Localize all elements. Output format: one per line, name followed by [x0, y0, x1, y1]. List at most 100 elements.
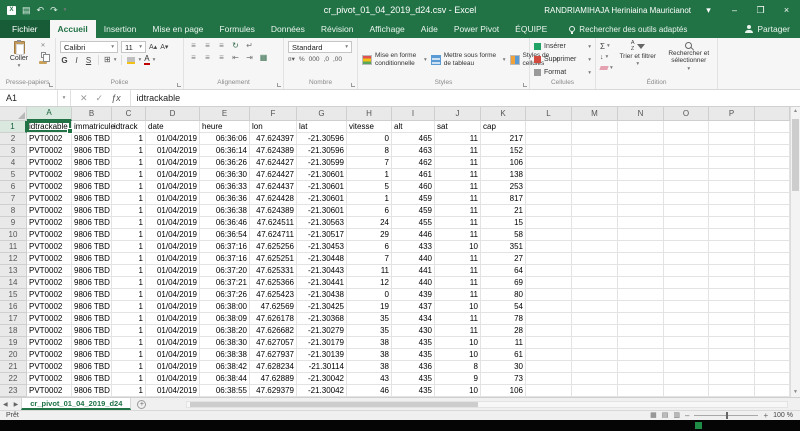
cell[interactable]: 47.626682 — [250, 325, 297, 337]
cell[interactable] — [526, 265, 572, 277]
cell[interactable] — [618, 205, 664, 217]
cell[interactable]: -21.30179 — [297, 337, 347, 349]
cell[interactable]: 11 — [435, 133, 481, 145]
cell[interactable]: 58 — [481, 229, 526, 241]
cell[interactable] — [572, 217, 618, 229]
paste-button[interactable]: Coller ▾ — [4, 41, 34, 78]
save-icon[interactable]: ▤ — [22, 5, 31, 16]
cell[interactable]: lon — [250, 121, 297, 133]
cell[interactable]: 0 — [347, 289, 392, 301]
cell[interactable]: 461 — [392, 169, 435, 181]
cell[interactable]: 9806 TBD — [72, 145, 112, 157]
cell[interactable]: 47.627057 — [250, 337, 297, 349]
cell[interactable] — [664, 169, 709, 181]
cell[interactable]: 01/04/2019 — [146, 133, 200, 145]
cell[interactable] — [526, 301, 572, 313]
cell[interactable]: 38 — [347, 361, 392, 373]
sheet-nav-left-icon[interactable]: ◀ — [0, 401, 11, 408]
cell[interactable]: 1 — [112, 289, 146, 301]
cell[interactable]: 253 — [481, 181, 526, 193]
cell[interactable]: 10 — [435, 301, 481, 313]
cell[interactable] — [709, 205, 755, 217]
cell[interactable]: 73 — [481, 373, 526, 385]
column-header-E[interactable]: E — [200, 107, 250, 121]
cell[interactable]: 47.626178 — [250, 313, 297, 325]
cell[interactable] — [664, 301, 709, 313]
cell[interactable]: 1 — [112, 373, 146, 385]
cell[interactable] — [664, 289, 709, 301]
conditional-formatting-button[interactable]: Mise en forme conditionnelle ▾ — [362, 52, 427, 67]
cell[interactable]: 1 — [112, 253, 146, 265]
cell[interactable]: 460 — [392, 181, 435, 193]
zoom-slider-thumb[interactable] — [726, 412, 728, 419]
dialog-launcher-icon[interactable] — [523, 83, 527, 87]
cell[interactable] — [755, 349, 790, 361]
cell[interactable]: 47.624428 — [250, 193, 297, 205]
sort-filter-button[interactable]: AZ Trier et filtrer ▾ — [619, 41, 657, 78]
cell[interactable] — [526, 145, 572, 157]
cell[interactable] — [526, 157, 572, 169]
cell[interactable]: sat — [435, 121, 481, 133]
excel-taskbar-icon[interactable] — [695, 422, 702, 429]
cell[interactable]: 01/04/2019 — [146, 349, 200, 361]
cell[interactable]: 9806 TBD — [72, 217, 112, 229]
cell[interactable] — [664, 181, 709, 193]
cell[interactable]: PVT0002 — [27, 349, 72, 361]
align-bottom-icon[interactable]: ≡ — [216, 41, 227, 51]
cell[interactable]: 11 — [435, 277, 481, 289]
column-header-L[interactable]: L — [526, 107, 572, 121]
cell[interactable]: 01/04/2019 — [146, 145, 200, 157]
column-header-A[interactable]: A — [27, 107, 72, 121]
cell[interactable]: 9806 TBD — [72, 205, 112, 217]
column-header-J[interactable]: J — [435, 107, 481, 121]
font-color-icon[interactable]: A — [144, 55, 149, 65]
cell[interactable]: 11 — [435, 229, 481, 241]
cell[interactable] — [755, 325, 790, 337]
cell[interactable]: 06:36:46 — [200, 217, 250, 229]
cell[interactable]: 9806 TBD — [72, 133, 112, 145]
account-name[interactable]: RANDRIAMIHAJA Heriniaina Mauricianot — [544, 6, 691, 15]
tab-equipe[interactable]: ÉQUIPE — [507, 20, 555, 38]
cell[interactable] — [572, 289, 618, 301]
cell[interactable] — [755, 229, 790, 241]
cell[interactable]: 06:38:42 — [200, 361, 250, 373]
cell[interactable]: 9806 TBD — [72, 361, 112, 373]
cell[interactable] — [526, 229, 572, 241]
align-top-icon[interactable]: ≡ — [188, 41, 199, 51]
cell[interactable]: PVT0002 — [27, 241, 72, 253]
cell[interactable]: 10 — [435, 241, 481, 253]
cell[interactable]: 06:38:20 — [200, 325, 250, 337]
cell[interactable] — [664, 205, 709, 217]
cell[interactable] — [618, 301, 664, 313]
cell[interactable]: 9806 TBD — [72, 385, 112, 397]
cell[interactable]: PVT0002 — [27, 313, 72, 325]
cell[interactable]: 38 — [347, 337, 392, 349]
cell[interactable]: 1 — [112, 337, 146, 349]
cell[interactable]: 29 — [347, 229, 392, 241]
cell[interactable]: 01/04/2019 — [146, 169, 200, 181]
cell[interactable]: PVT0002 — [27, 253, 72, 265]
cell[interactable]: 1 — [112, 313, 146, 325]
row-header-11[interactable]: 11 — [0, 241, 27, 253]
cell[interactable] — [572, 337, 618, 349]
cut-icon[interactable]: ✕ — [40, 43, 45, 49]
minimize-icon[interactable]: – — [726, 5, 743, 15]
cell[interactable]: 43 — [347, 373, 392, 385]
row-header-7[interactable]: 7 — [0, 193, 27, 205]
cell[interactable]: 06:38:09 — [200, 313, 250, 325]
cell[interactable]: 19 — [347, 301, 392, 313]
undo-icon[interactable]: ↶ — [37, 5, 45, 16]
cell[interactable]: PVT0002 — [27, 157, 72, 169]
cell[interactable]: 47.624389 — [250, 145, 297, 157]
cell[interactable] — [755, 217, 790, 229]
cell[interactable]: 435 — [392, 385, 435, 397]
cell[interactable]: 01/04/2019 — [146, 361, 200, 373]
row-header-18[interactable]: 18 — [0, 325, 27, 337]
cell[interactable]: 9806 TBD — [72, 325, 112, 337]
cell[interactable] — [755, 265, 790, 277]
tab-mise-en-page[interactable]: Mise en page — [144, 20, 211, 38]
row-header-3[interactable]: 3 — [0, 145, 27, 157]
cell[interactable] — [709, 385, 755, 397]
cell[interactable] — [664, 145, 709, 157]
cell[interactable]: 1 — [112, 217, 146, 229]
